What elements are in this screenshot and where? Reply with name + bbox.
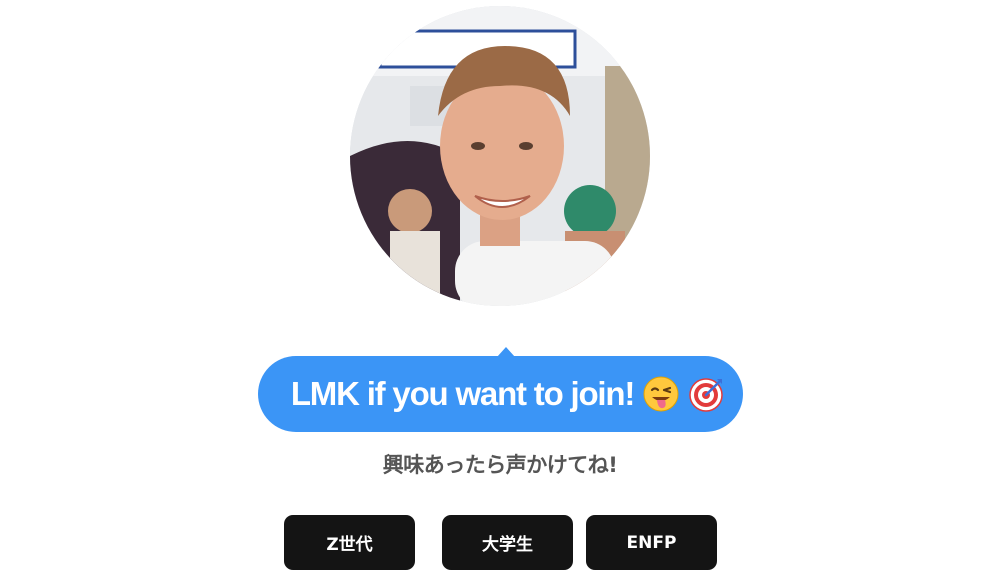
message-bubble[interactable]: LMK if you want to join! xyxy=(258,356,743,432)
winking-face-with-tongue-icon xyxy=(642,375,680,413)
subtitle-text: 興味あったら声かけてね! xyxy=(382,453,618,477)
message-text: LMK if you want to join! xyxy=(290,375,636,412)
direct-hit-target-icon xyxy=(688,375,726,413)
tag-gen-z[interactable]: Z世代 xyxy=(284,515,415,570)
tag-college-student[interactable]: 大学生 xyxy=(442,515,573,570)
tag-enfp[interactable]: ENFP xyxy=(586,515,717,570)
avatar-photo-icon xyxy=(350,6,650,306)
profile-avatar[interactable] xyxy=(350,6,650,306)
